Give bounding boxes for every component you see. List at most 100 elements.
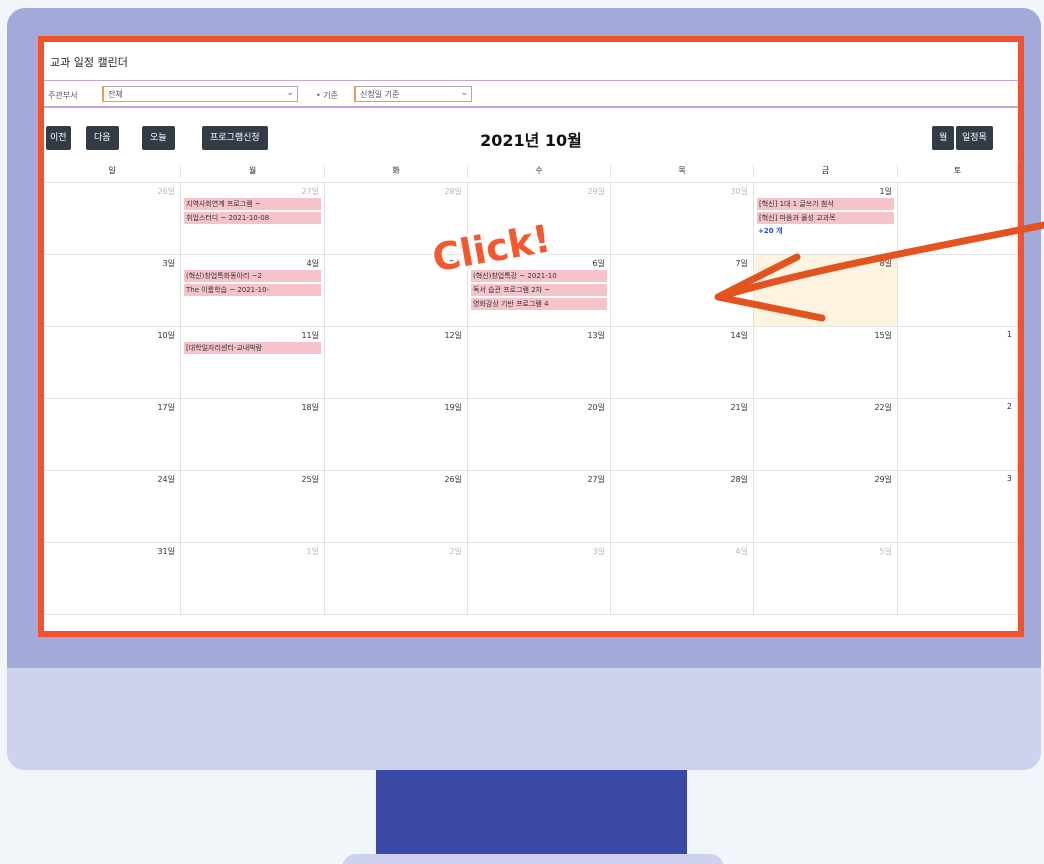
day-number: 28일: [444, 187, 462, 196]
basis-select-value: 신청일 기준: [360, 90, 400, 99]
calendar-day-cell[interactable]: 1일: [181, 543, 325, 615]
list-view-button[interactable]: 일정목: [956, 126, 993, 150]
basis-select[interactable]: 신청일 기준 ⌄: [354, 86, 472, 102]
day-number: 10일: [157, 331, 175, 340]
chevron-down-icon: ⌄: [460, 88, 468, 98]
month-view-button[interactable]: 월: [932, 126, 955, 150]
calendar-day-cell[interactable]: 31일: [44, 543, 181, 615]
weekday-header: 목: [611, 165, 754, 177]
calendar-day-cell[interactable]: 12일: [325, 327, 468, 399]
page-title: 교과 일정 캘린더: [50, 56, 128, 69]
calendar-day-cell[interactable]: 22일: [754, 399, 898, 471]
calendar-day-cell[interactable]: 2일: [325, 543, 468, 615]
day-number: 1일: [879, 187, 892, 196]
calendar-day-cell[interactable]: 27일지역사회연계 프로그램 ~ 취업스터디 ~ 2021-10-08: [181, 183, 325, 255]
month-title: 2021년 10월: [480, 131, 582, 150]
day-number: 24일: [157, 475, 175, 484]
day-number: 14일: [730, 331, 748, 340]
day-number: 17일: [157, 403, 175, 412]
more-events-link[interactable]: +20 개: [758, 226, 782, 236]
event-item[interactable]: [대학일자리센터-교내박람: [184, 342, 321, 354]
day-number: 11일: [301, 331, 319, 340]
event-item[interactable]: The 이룸학습 ~ 2021-10-: [184, 284, 321, 296]
calendar-day-cell[interactable]: 11일 [대학일자리센터-교내박람: [181, 327, 325, 399]
calendar-day-cell[interactable]: [898, 255, 1018, 327]
day-number: 1일: [306, 547, 319, 556]
calendar-day-cell[interactable]: 25일: [181, 471, 325, 543]
weekday-header: 토: [898, 165, 1018, 177]
day-number: 26일: [444, 475, 462, 484]
calendar-day-cell[interactable]: 19일: [325, 399, 468, 471]
monitor-stand: [376, 770, 687, 860]
day-number: 13일: [587, 331, 605, 340]
day-number: 21일: [730, 403, 748, 412]
calendar-day-cell[interactable]: 18일: [181, 399, 325, 471]
basis-filter-label: • 기준: [316, 91, 338, 100]
calendar-day-cell[interactable]: 8일: [754, 255, 898, 327]
calendar-day-cell[interactable]: 4일: [611, 543, 754, 615]
calendar-day-cell[interactable]: 26일: [325, 471, 468, 543]
calendar-day-cell[interactable]: 15일: [754, 327, 898, 399]
dept-select[interactable]: 전체 ⌄: [102, 86, 298, 102]
calendar-day-cell[interactable]: 30일: [611, 183, 754, 255]
weekday-header: 월: [181, 165, 325, 177]
day-number: 30일: [730, 187, 748, 196]
calendar-day-cell[interactable]: 29일: [754, 471, 898, 543]
day-number: 15일: [874, 331, 892, 340]
day-number: 28일: [730, 475, 748, 484]
day-number: 26일: [157, 187, 175, 196]
calendar-day-cell[interactable]: 28일: [611, 471, 754, 543]
calendar-week-row: 10일 11일 [대학일자리센터-교내박람 12일 13일 14일 15일 1: [44, 326, 1018, 399]
weekday-header: 금: [754, 165, 898, 177]
calendar-day-cell[interactable]: 4일 (혁신)창업특화동아리 ~2 The 이룸학습 ~ 2021-10-: [181, 255, 325, 327]
calendar-day-cell[interactable]: 17일: [44, 399, 181, 471]
calendar-day-cell[interactable]: 1: [898, 327, 1018, 399]
event-item[interactable]: 지역사회연계 프로그램 ~: [184, 198, 321, 210]
day-number: 19일: [444, 403, 462, 412]
calendar-day-cell[interactable]: 20일: [468, 399, 611, 471]
monitor-chin: [7, 668, 1041, 770]
calendar-day-cell[interactable]: 10일: [44, 327, 181, 399]
calendar-week-row: 31일 1일 2일 3일 4일 5일: [44, 542, 1018, 615]
event-item[interactable]: (혁신)창업특강 ~ 2021-10: [471, 270, 607, 282]
calendar-day-cell[interactable]: 14일: [611, 327, 754, 399]
day-number: 20일: [587, 403, 605, 412]
day-number: 22일: [874, 403, 892, 412]
weekday-header: 일: [44, 165, 181, 177]
calendar-day-cell[interactable]: 3일: [468, 543, 611, 615]
dept-filter-label: 주관부서: [48, 91, 78, 100]
calendar-day-cell[interactable]: 3일: [44, 255, 181, 327]
weekday-header: 화: [325, 165, 468, 177]
calendar-day-cell[interactable]: 13일: [468, 327, 611, 399]
calendar-week-row: 17일 18일 19일 20일 21일 22일 2: [44, 398, 1018, 471]
event-item[interactable]: [혁신] 마음과 물성 교과목: [757, 212, 894, 224]
day-number: 25일: [301, 475, 319, 484]
calendar-day-cell[interactable]: [898, 183, 1018, 255]
day-number: 3일: [592, 547, 605, 556]
calendar-week-row: 24일 25일 26일 27일 28일 29일 3: [44, 470, 1018, 543]
calendar-day-cell[interactable]: 21일: [611, 399, 754, 471]
event-item[interactable]: 독서 습관 프로그램 2차 ~: [471, 284, 607, 296]
day-number: 5일: [879, 547, 892, 556]
day-number: 7일: [735, 259, 748, 268]
weekday-header: 수: [468, 165, 611, 177]
day-number: 2일: [449, 547, 462, 556]
event-item[interactable]: [혁신] 1대 1 글쓰기 첨삭: [757, 198, 894, 210]
day-number: 27일: [301, 187, 319, 196]
day-number: 3일: [162, 259, 175, 268]
calendar-day-cell[interactable]: 1일 [혁신] 1대 1 글쓰기 첨삭 [혁신] 마음과 물성 교과목 +20 개: [754, 183, 898, 255]
calendar-day-cell[interactable]: 24일: [44, 471, 181, 543]
calendar-day-cell[interactable]: 3: [898, 471, 1018, 543]
day-number: 3: [1006, 474, 1012, 483]
day-number: 29일: [587, 187, 605, 196]
event-item[interactable]: 영화감상 기반 프로그램 4: [471, 298, 607, 310]
event-item[interactable]: 취업스터디 ~ 2021-10-08: [184, 212, 321, 224]
day-number: 2: [1006, 402, 1012, 411]
calendar-day-cell[interactable]: 2: [898, 399, 1018, 471]
calendar-day-cell[interactable]: 5일: [754, 543, 898, 615]
calendar-day-cell[interactable]: 7일: [611, 255, 754, 327]
calendar-day-cell[interactable]: [898, 543, 1018, 615]
calendar-day-cell[interactable]: 26일: [44, 183, 181, 255]
calendar-day-cell[interactable]: 27일: [468, 471, 611, 543]
event-item[interactable]: (혁신)창업특화동아리 ~2: [184, 270, 321, 282]
